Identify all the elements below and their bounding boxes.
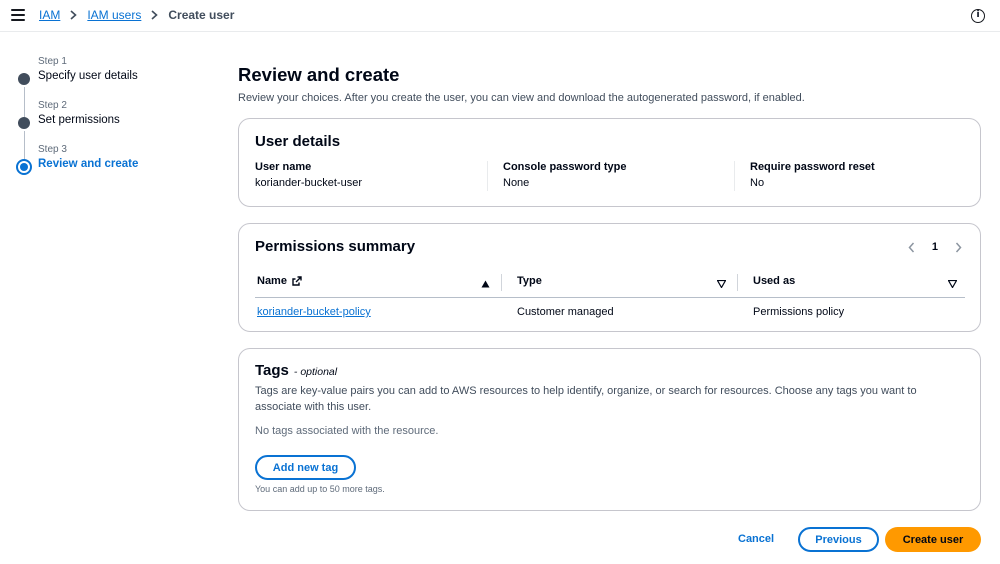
top-bar: IAM IAM users Create user i [0,0,1000,32]
policy-used-as: Permissions policy [753,306,845,318]
user-details-card: User details User name koriander-bucket-… [238,118,981,207]
sort-descending-icon[interactable] [716,277,727,291]
tags-header: Tags - optional [255,362,337,379]
page-number[interactable]: 1 [932,241,938,253]
table-row: koriander-bucket-policy Customer managed… [255,306,965,322]
policy-type: Customer managed [517,306,614,318]
wizard-steps: Step 1 Specify user details Step 2 Set p… [16,56,216,188]
step-completed-icon [18,117,30,129]
chevron-left-icon[interactable] [906,241,918,253]
user-name-field: User name koriander-bucket-user [255,161,487,193]
chevron-right-icon [151,10,159,20]
field-label: Require password reset [750,161,875,173]
step-completed-icon [18,73,30,85]
step-title[interactable]: Specify user details [38,70,216,82]
previous-button[interactable]: Previous [798,527,879,552]
sort-descending-icon[interactable] [947,277,958,291]
step-active-icon [16,159,32,175]
card-title: Permissions summary [255,238,416,255]
field-label: User name [255,161,312,173]
column-divider [737,274,738,291]
breadcrumb: IAM IAM users Create user [39,8,234,22]
tags-empty-message: No tags associated with the resource. [255,425,439,437]
field-label: Console password type [503,161,627,173]
step-number: Step 1 [38,56,67,67]
add-new-tag-button[interactable]: Add new tag [255,455,356,480]
breadcrumb-iam[interactable]: IAM [39,8,60,22]
breadcrumb-current: Create user [168,8,235,22]
step-title[interactable]: Set permissions [38,114,216,126]
field-value: koriander-bucket-user [255,177,362,189]
breadcrumb-iam-users[interactable]: IAM users [87,8,141,22]
console-password-type-field: Console password type None [503,161,735,193]
field-value: No [750,177,765,189]
card-title: User details [255,133,341,150]
column-header-used-as[interactable]: Used as [753,275,795,287]
cancel-button[interactable]: Cancel [738,533,774,545]
column-divider [501,274,502,291]
tags-limit-hint: You can add up to 50 more tags. [255,484,385,494]
column-divider [734,161,735,191]
menu-icon[interactable] [11,9,25,23]
column-divider [487,161,488,191]
column-label: Name [257,275,287,287]
policy-name-link[interactable]: koriander-bucket-policy [257,306,371,318]
chevron-right-icon[interactable] [952,241,964,253]
step-1[interactable]: Step 1 Specify user details [16,56,216,117]
require-password-reset-field: Require password reset No [750,161,982,193]
info-icon[interactable]: i [971,9,985,23]
column-header-name[interactable]: Name [257,275,302,287]
optional-label: - optional [293,366,338,378]
field-value: None [503,177,530,189]
column-header-type[interactable]: Type [517,275,542,287]
step-2[interactable]: Step 2 Set permissions [16,100,216,161]
step-3: Step 3 Review and create [16,144,216,188]
table-header: Name Type Used as [255,268,965,298]
step-title: Review and create [38,158,139,170]
create-user-button[interactable]: Create user [885,527,981,552]
chevron-right-icon [70,10,78,20]
main-content: Review and create Review your choices. A… [238,62,981,511]
card-title: Tags [255,362,289,379]
page-description: Review your choices. After you create th… [238,92,805,104]
page-title: Review and create [238,64,400,85]
pagination: 1 [906,241,964,253]
tags-card: Tags - optional Tags are key-value pairs… [238,348,981,511]
step-number: Step 2 [38,100,67,111]
sort-ascending-icon[interactable] [481,277,490,291]
step-number: Step 3 [38,144,67,155]
external-link-icon [292,276,302,286]
permissions-summary-card: Permissions summary 1 Name Type Used as … [238,223,981,332]
tags-description: Tags are key-value pairs you can add to … [255,385,917,413]
